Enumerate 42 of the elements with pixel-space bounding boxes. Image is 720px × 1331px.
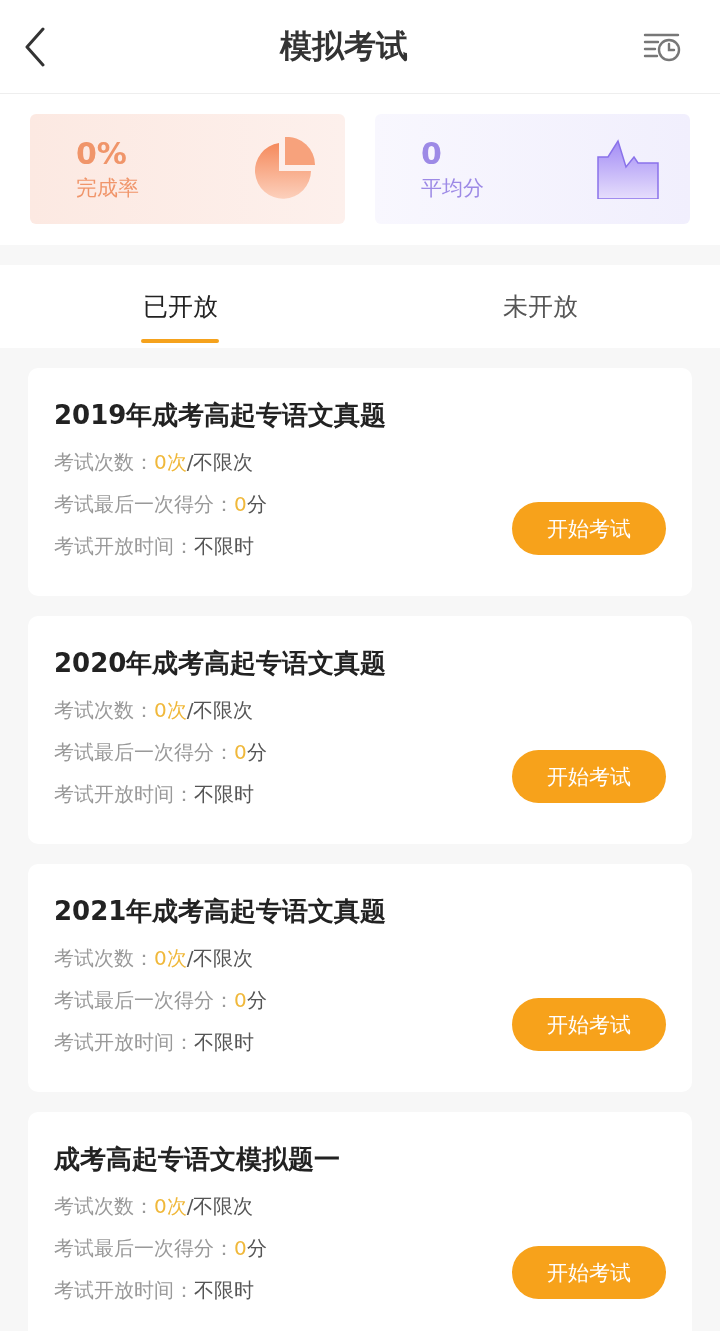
- exam-title: 成考高起专语文模拟题一: [54, 1143, 341, 1176]
- info-value: 0分: [234, 1236, 267, 1260]
- info-value: 0次/不限次: [154, 1194, 254, 1218]
- info-label: 考试开放时间：: [54, 534, 194, 558]
- info-value: 0次/不限次: [154, 450, 254, 474]
- info-label: 考试最后一次得分：: [54, 1236, 234, 1260]
- start-exam-button[interactable]: 开始考试: [512, 502, 666, 555]
- area-chart-icon: [596, 139, 660, 199]
- info-label: 考试开放时间：: [54, 1030, 194, 1054]
- exam-title: 2019年成考高起专语文真题: [54, 399, 388, 432]
- info-value: 0分: [234, 492, 267, 516]
- exam-title: 2021年成考高起专语文真题: [54, 895, 388, 928]
- info-value: 0次/不限次: [154, 698, 254, 722]
- start-exam-button[interactable]: 开始考试: [512, 750, 666, 803]
- exam-title: 2020年成考高起专语文真题: [54, 647, 388, 680]
- info-label: 考试最后一次得分：: [54, 492, 234, 516]
- info-label: 考试最后一次得分：: [54, 988, 234, 1012]
- info-label: 考试次数：: [54, 1194, 154, 1218]
- info-value: 0次/不限次: [154, 946, 254, 970]
- page-title: 模拟考试: [280, 25, 408, 67]
- info-label: 考试开放时间：: [54, 1278, 194, 1302]
- info-value: 0分: [234, 740, 267, 764]
- info-value: 不限时: [194, 782, 254, 806]
- stat-value: 0%: [76, 136, 128, 172]
- start-exam-button[interactable]: 开始考试: [512, 1246, 666, 1299]
- info-value: 不限时: [194, 1030, 254, 1054]
- stat-label: 平均分: [421, 175, 484, 202]
- tab[interactable]: 已开放: [0, 265, 360, 348]
- tab[interactable]: 未开放: [360, 265, 720, 348]
- info-label: 考试次数：: [54, 946, 154, 970]
- info-value: 不限时: [194, 1278, 254, 1302]
- info-label: 考试次数：: [54, 698, 154, 722]
- info-value: 不限时: [194, 534, 254, 558]
- stat-label: 完成率: [76, 175, 139, 202]
- stat-value: 0: [421, 136, 443, 172]
- info-label: 考试次数：: [54, 450, 154, 474]
- back-button[interactable]: [24, 26, 46, 67]
- info-value: 0分: [234, 988, 267, 1012]
- start-exam-button[interactable]: 开始考试: [512, 998, 666, 1051]
- back-icon: [24, 26, 46, 67]
- info-label: 考试最后一次得分：: [54, 740, 234, 764]
- info-label: 考试开放时间：: [54, 782, 194, 806]
